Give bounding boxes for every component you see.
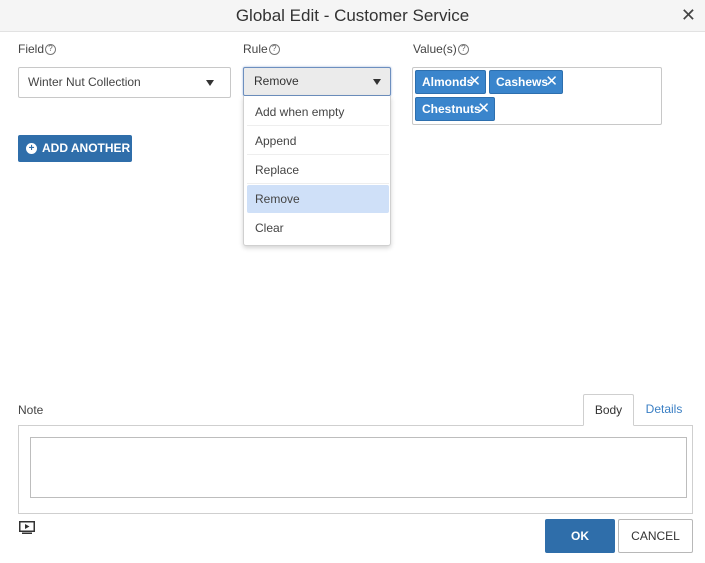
rule-option-add-when-empty[interactable]: Add when empty — [247, 98, 389, 126]
rule-option-append[interactable]: Append — [247, 127, 389, 155]
field-label: Field ? — [18, 42, 57, 56]
note-body-input[interactable] — [30, 437, 687, 498]
remove-tag-icon[interactable]: ✕ — [545, 71, 558, 93]
plus-circle-icon: + — [26, 143, 37, 154]
dialog-titlebar: Global Edit - Customer Service ✕ — [0, 0, 705, 32]
note-label: Note — [18, 403, 44, 417]
preview-icon[interactable] — [19, 521, 35, 534]
values-label: Value(s) ? — [413, 42, 469, 56]
note-panel — [18, 425, 693, 514]
rule-label-text: Rule — [243, 42, 268, 56]
caret-down-icon — [373, 79, 381, 85]
value-tag-label: Cashews — [496, 75, 549, 89]
rule-select-value: Remove — [254, 74, 299, 88]
rule-label: Rule ? — [243, 42, 280, 56]
remove-tag-icon[interactable]: ✕ — [468, 71, 481, 93]
value-tag-label: Almonds — [422, 75, 474, 89]
rule-dropdown-menu: Add when empty Append Replace Remove Cle… — [243, 96, 391, 246]
value-tag-label: Chestnuts — [422, 102, 481, 116]
values-help-icon[interactable]: ? — [457, 43, 469, 55]
field-select[interactable]: Winter Nut Collection — [18, 67, 231, 98]
field-help-icon[interactable]: ? — [45, 43, 57, 55]
add-another-label: ADD ANOTHER — [42, 141, 131, 155]
value-tag-almonds: Almonds ✕ — [415, 70, 486, 94]
dialog-title: Global Edit - Customer Service — [235, 6, 470, 25]
field-select-value: Winter Nut Collection — [28, 75, 141, 89]
rule-option-replace[interactable]: Replace — [247, 156, 389, 184]
remove-tag-icon[interactable]: ✕ — [477, 98, 490, 120]
field-label-text: Field — [18, 42, 45, 56]
caret-down-icon — [206, 80, 214, 86]
rule-option-remove[interactable]: Remove — [247, 185, 389, 213]
add-another-button[interactable]: + ADD ANOTHER — [18, 135, 132, 162]
rule-help-icon[interactable]: ? — [268, 43, 280, 55]
value-tag-chestnuts: Chestnuts ✕ — [415, 97, 495, 121]
ok-button[interactable]: OK — [545, 519, 615, 553]
rule-option-clear[interactable]: Clear — [247, 214, 389, 242]
tab-body[interactable]: Body — [583, 394, 634, 426]
rule-select[interactable]: Remove — [243, 67, 391, 96]
close-icon[interactable]: ✕ — [681, 5, 696, 25]
tab-details[interactable]: Details — [638, 394, 690, 426]
cancel-button[interactable]: CANCEL — [618, 519, 693, 553]
values-label-text: Value(s) — [413, 42, 457, 56]
values-input[interactable]: Almonds ✕ Cashews ✕ Chestnuts ✕ — [412, 67, 662, 125]
value-tag-cashews: Cashews ✕ — [489, 70, 563, 94]
